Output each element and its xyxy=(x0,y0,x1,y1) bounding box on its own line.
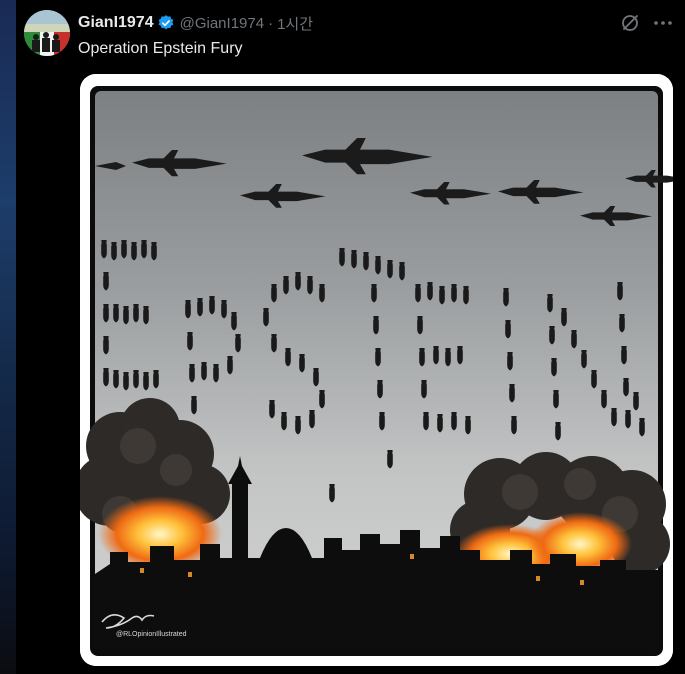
tweet-media[interactable]: @RLOpinionIllustrated xyxy=(80,74,673,666)
cartoon-illustration: @RLOpinionIllustrated xyxy=(80,74,673,666)
artist-signature: @RLOpinionIllustrated xyxy=(116,631,187,638)
grok-icon[interactable] xyxy=(620,13,640,33)
background-edge xyxy=(0,0,16,674)
verified-badge-icon xyxy=(157,14,175,32)
handle[interactable]: @GianI1974 xyxy=(180,15,264,32)
timestamp[interactable]: 1시간 xyxy=(277,13,313,34)
avatar-image xyxy=(24,10,70,56)
separator-dot: · xyxy=(268,14,274,32)
tweet-header: GianI1974 @GianI1974 · 1시간 xyxy=(78,12,313,34)
avatar[interactable] xyxy=(24,10,70,56)
tweet[interactable]: GianI1974 @GianI1974 · 1시간 Operation Eps… xyxy=(16,0,685,674)
tweet-text: Operation Epstein Fury xyxy=(78,40,243,57)
display-name[interactable]: GianI1974 xyxy=(78,14,154,32)
more-options-icon[interactable] xyxy=(652,12,674,34)
